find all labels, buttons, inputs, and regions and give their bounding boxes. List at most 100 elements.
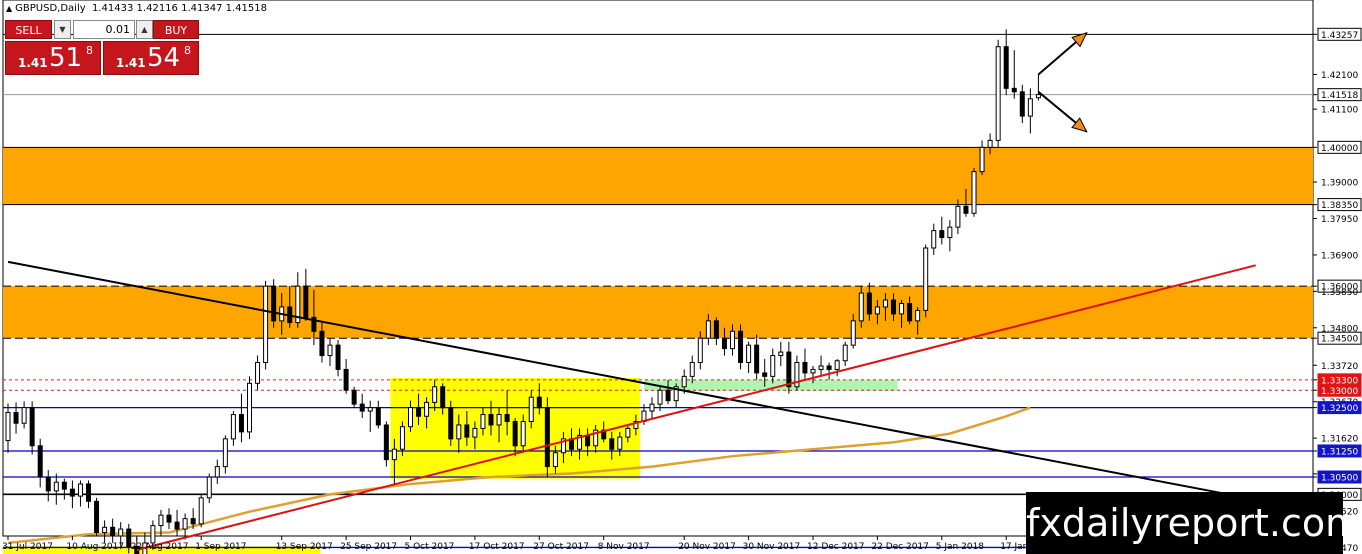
candle-body: [150, 525, 156, 544]
y-tick-label: 1.30500: [1321, 474, 1358, 484]
candle: [5, 403, 11, 453]
candle-body: [408, 407, 413, 428]
sell-price-pips: 51: [49, 43, 83, 73]
x-tick-label: 27 Oct 2017: [533, 542, 589, 552]
candle-body: [842, 344, 848, 362]
candle-body: [891, 299, 896, 315]
lot-increase-button[interactable]: ▲: [136, 20, 153, 39]
candle-body: [37, 445, 43, 478]
candle-body: [899, 302, 905, 315]
sell-button[interactable]: SELL: [5, 20, 52, 39]
collapse-triangle-icon[interactable]: ▲: [6, 4, 12, 13]
candle-body: [963, 205, 969, 214]
candle-body: [448, 407, 454, 440]
lot-decrease-button[interactable]: ▼: [54, 20, 71, 39]
candle-body: [585, 434, 591, 447]
buy-price-box[interactable]: 1.41 54 8: [103, 41, 199, 75]
candle-body: [432, 386, 438, 403]
y-tick-label: 1.42100: [1321, 71, 1358, 81]
candle: [754, 334, 760, 380]
candle: [939, 216, 945, 245]
candle-body: [206, 476, 212, 499]
y-tick-label: 1.41100: [1321, 106, 1358, 116]
one-click-trading-panel: SELL ▼ 0.01 ▲ BUY 1.41 51 8 1.41 54 8: [5, 20, 199, 75]
candle-body: [238, 414, 244, 433]
candle-body: [826, 365, 832, 370]
candle: [222, 435, 228, 474]
candle: [375, 400, 381, 429]
candle: [295, 272, 301, 328]
candle-body: [303, 285, 309, 318]
candle: [1019, 84, 1025, 124]
candle: [206, 473, 212, 504]
candle: [738, 324, 744, 370]
y-tick-label: 1.43257: [1321, 31, 1358, 41]
y-tick-label: 1.40000: [1321, 144, 1358, 154]
candle-body: [1035, 94, 1041, 99]
candle-body: [754, 344, 760, 374]
buy-button[interactable]: BUY: [153, 20, 199, 39]
candle-body: [319, 330, 325, 357]
x-tick-label: 22 Aug 2017: [131, 542, 189, 552]
candle-body: [746, 344, 752, 363]
candle-body: [399, 426, 405, 450]
candle-body: [86, 483, 91, 502]
candle-body: [496, 414, 502, 426]
x-tick-label: 25 Sep 2017: [340, 542, 397, 552]
x-tick-label: 22 Dec 2017: [871, 542, 929, 552]
candle: [931, 223, 937, 255]
candle-body: [263, 285, 269, 363]
candle: [778, 341, 784, 366]
x-tick-label: 8 Nov 2017: [598, 542, 650, 552]
y-tick-label: 1.39000: [1321, 179, 1358, 189]
candle-body: [882, 299, 888, 308]
candle: [86, 480, 91, 509]
candle: [238, 393, 244, 443]
candle-body: [488, 414, 494, 426]
candle-body: [271, 285, 277, 322]
candle: [770, 348, 776, 384]
candle-body: [915, 309, 921, 322]
zone-orange: [3, 147, 1313, 205]
candle: [271, 279, 277, 328]
sell-price-box[interactable]: 1.41 51 8: [5, 41, 101, 75]
candle: [110, 518, 116, 543]
x-tick-label: 5 Jan 2018: [936, 542, 984, 552]
ohlc-readout: 1.41433 1.42116 1.41347 1.41518: [92, 3, 267, 14]
candle-body: [391, 448, 397, 461]
candle-body: [214, 466, 220, 478]
candle-body: [166, 514, 172, 523]
candle: [649, 397, 655, 419]
candle-body: [190, 518, 196, 525]
candle-body: [979, 146, 985, 173]
candle-body: [247, 382, 252, 433]
candle-body: [528, 396, 534, 422]
candle-body: [69, 488, 75, 497]
candle-body: [222, 438, 228, 468]
candle-body: [230, 414, 236, 440]
candle: [335, 339, 341, 377]
candle: [794, 355, 800, 391]
lot-size-input[interactable]: 0.01: [73, 20, 135, 39]
chart-header: ▲ GBPUSD,Daily 1.41433 1.42116 1.41347 1.…: [6, 3, 267, 14]
candle-body: [939, 230, 945, 239]
candle-body: [77, 483, 83, 497]
candle-body: [53, 481, 59, 492]
plot-frame: [2, 0, 1314, 537]
candle: [198, 494, 204, 528]
y-tick-label: 1.32500: [1321, 404, 1358, 414]
zone-orange: [3, 286, 1313, 339]
candle: [971, 168, 977, 217]
candle-body: [94, 500, 100, 534]
candle-body: [617, 436, 623, 450]
candle: [102, 520, 108, 543]
candle-body: [770, 355, 776, 377]
candle: [69, 480, 75, 509]
price-chart: 1.432571.421001.415181.411001.400001.390…: [2, 0, 1362, 554]
candle: [383, 421, 389, 467]
y-tick-label: 1.38350: [1321, 201, 1358, 211]
candle-body: [625, 427, 631, 438]
candle: [544, 397, 550, 478]
candle-body: [174, 521, 180, 530]
x-tick-label: 13 Sep 2017: [276, 542, 333, 552]
